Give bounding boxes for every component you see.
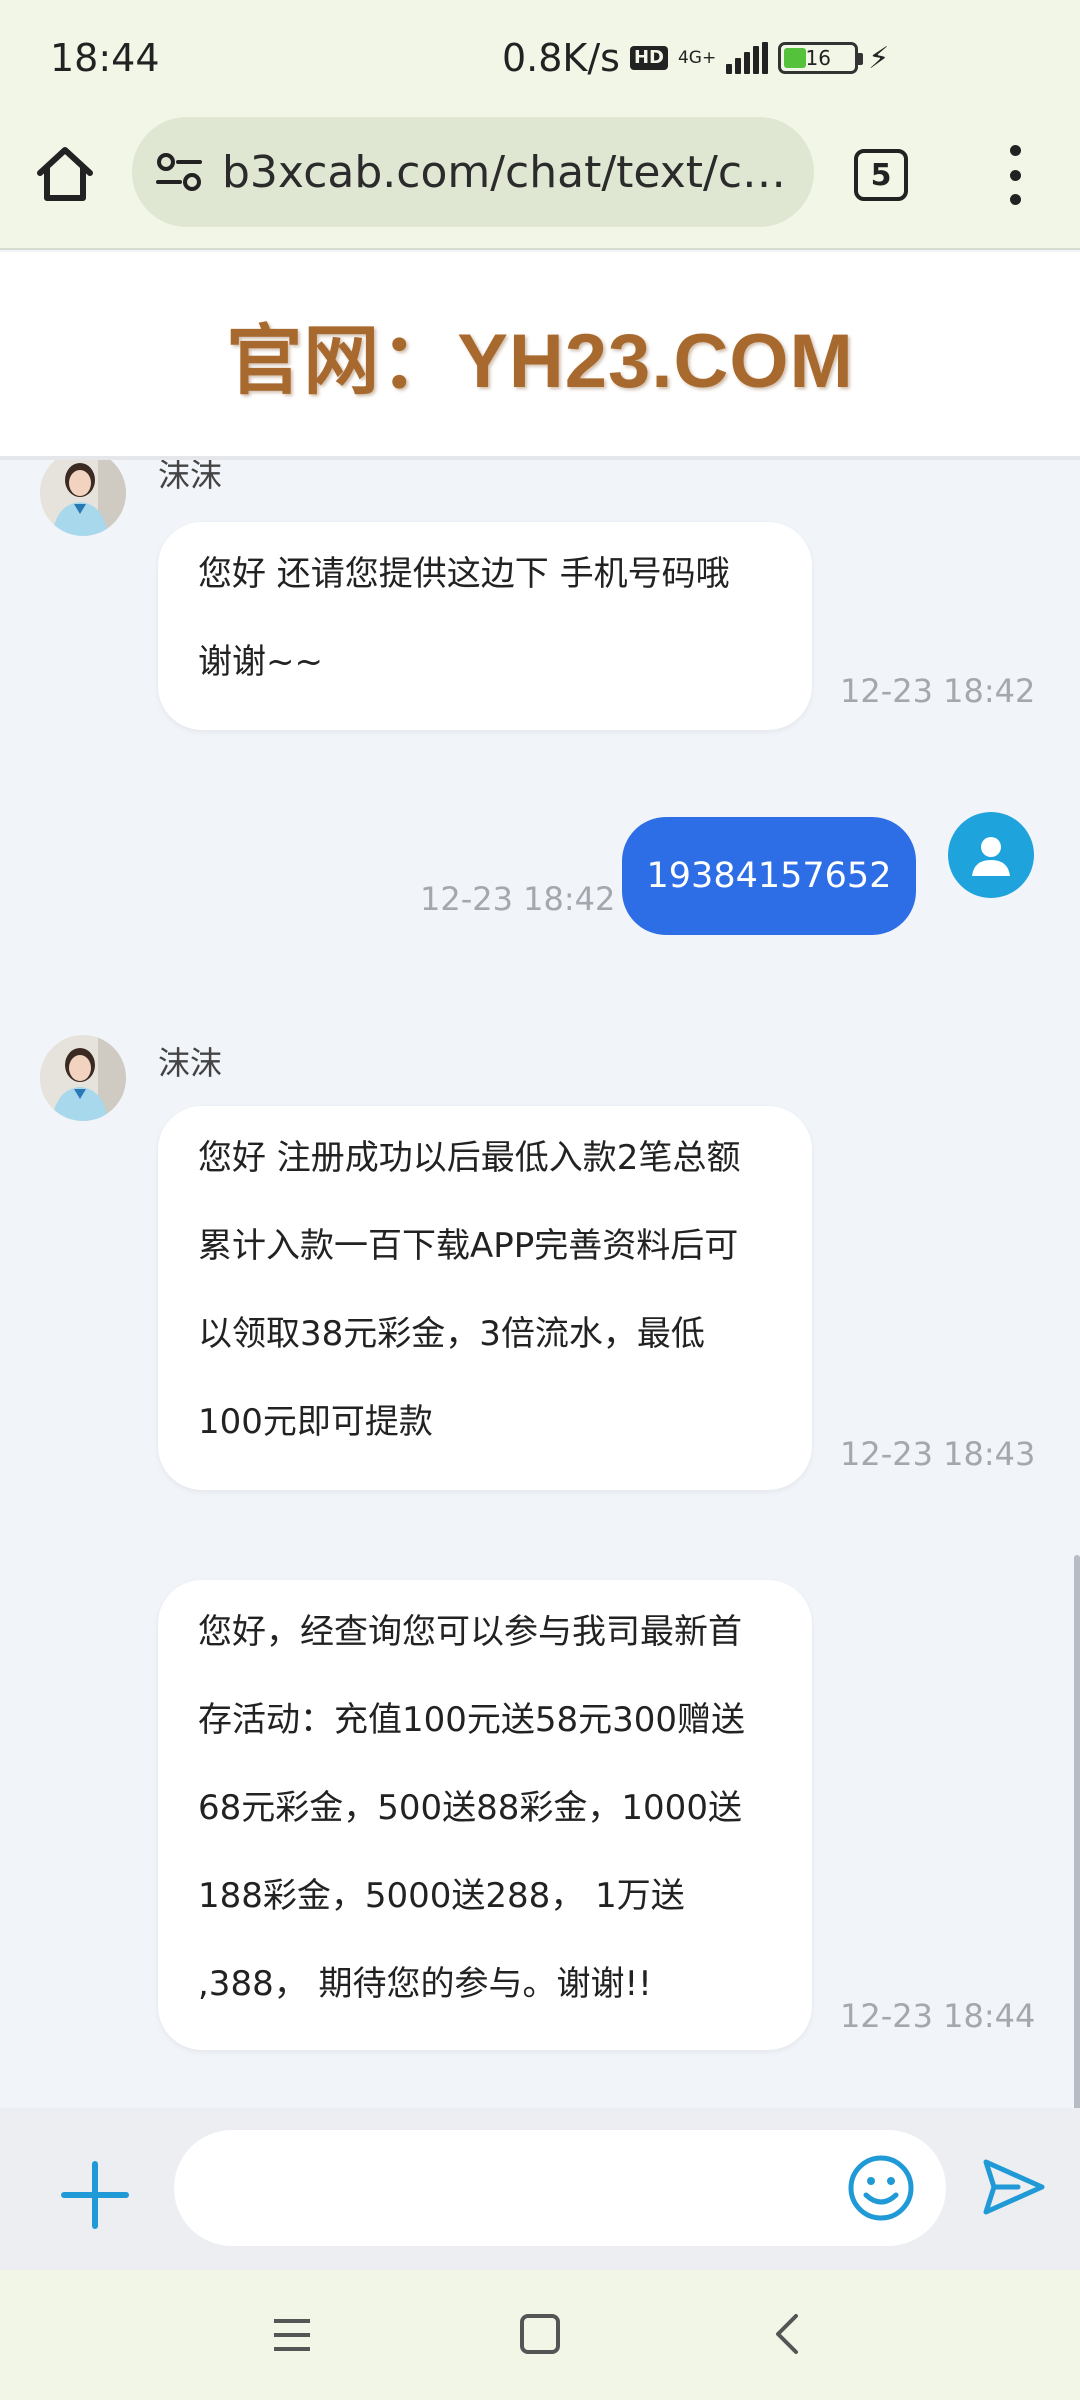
status-indicators: 0.8K/s HD 4G+ 16 ⚡ xyxy=(502,36,889,80)
menu-icon xyxy=(274,2319,310,2351)
message-text: ,388， 期待您的参与。谢谢!! xyxy=(198,1964,652,2004)
chat-area[interactable]: 沫沫 您好 还请您提供这边下 手机号码哦 谢谢~~ 12-23 18:42 12… xyxy=(0,460,1080,2108)
message-text: 188彩金，5000送288， 1万送 xyxy=(198,1876,685,1916)
hd-icon: HD xyxy=(629,46,668,70)
site-header: 官网：YH23.COM xyxy=(0,252,1080,460)
emoji-icon xyxy=(848,2155,914,2221)
dot-icon xyxy=(1009,145,1021,156)
emoji-button[interactable] xyxy=(846,2153,916,2223)
url-text[interactable]: b3xcab.com/chat/text/chat_ xyxy=(222,147,812,198)
nav-home-button[interactable] xyxy=(520,2314,560,2354)
message-timestamp: 12-23 18:44 xyxy=(840,1997,1036,2035)
net-speed: 0.8K/s xyxy=(502,36,620,80)
message-input[interactable] xyxy=(174,2130,946,2246)
home-button[interactable] xyxy=(34,143,96,205)
agent-name: 沫沫 xyxy=(158,460,223,494)
dot-icon xyxy=(1009,169,1021,181)
message-text: 100元即可提款 xyxy=(198,1402,433,1442)
charging-icon: ⚡ xyxy=(868,40,890,76)
message-text: 谢谢~~ xyxy=(198,642,323,682)
network-type: 4G+ xyxy=(677,48,717,68)
send-icon xyxy=(983,2159,1045,2215)
site-settings-icon[interactable] xyxy=(152,145,206,199)
attach-button[interactable] xyxy=(58,2158,132,2232)
message-input-bar xyxy=(0,2108,1080,2270)
agent-message-bubble: 您好 还请您提供这边下 手机号码哦 谢谢~~ xyxy=(158,522,812,730)
agent-name: 沫沫 xyxy=(158,1044,223,1082)
message-text: 您好，经查询您可以参与我司最新首 xyxy=(198,1612,742,1652)
message-timestamp: 12-23 18:43 xyxy=(840,1435,1036,1473)
message-text: 累计入款一百下载APP完善资料后可 xyxy=(198,1226,739,1266)
user-message-bubble: 19384157652 xyxy=(622,817,916,935)
site-banner: 官网：YH23.COM xyxy=(226,319,854,404)
recents-button[interactable] xyxy=(272,2316,312,2354)
home-icon xyxy=(37,147,93,201)
status-time: 18:44 xyxy=(50,36,160,80)
dot-icon xyxy=(1009,194,1021,205)
message-text: 存活动：充值100元送58元300赠送 xyxy=(198,1700,746,1740)
user-avatar xyxy=(948,812,1034,898)
message-text: 19384157652 xyxy=(646,856,892,896)
url-bar[interactable]: b3xcab.com/chat/text/chat_ xyxy=(132,117,814,227)
agent-avatar xyxy=(40,460,126,536)
agent-photo xyxy=(40,460,126,536)
plus-icon xyxy=(61,2161,129,2229)
signal-icon xyxy=(726,42,769,74)
send-button[interactable] xyxy=(978,2152,1048,2222)
system-nav-bar xyxy=(0,2270,1080,2400)
scrollbar[interactable] xyxy=(1074,1555,1080,2108)
message-text: 您好 注册成功以后最低入款2笔总额 xyxy=(198,1138,741,1178)
person-icon xyxy=(972,837,1010,876)
message-text: 以领取38元彩金，3倍流水，最低 xyxy=(198,1314,705,1354)
agent-message-bubble: 您好，经查询您可以参与我司最新首 存活动：充值100元送58元300赠送 68元… xyxy=(158,1580,812,2050)
agent-message-bubble: 您好 注册成功以后最低入款2笔总额 累计入款一百下载APP完善资料后可 以领取3… xyxy=(158,1106,812,1490)
agent-avatar xyxy=(40,1035,126,1121)
agent-photo xyxy=(40,1035,126,1121)
message-text: 68元彩金，500送88彩金，1000送 xyxy=(198,1788,742,1828)
back-icon xyxy=(776,2314,798,2354)
battery-level: 16 xyxy=(805,46,831,70)
message-timestamp: 12-23 18:42 xyxy=(420,880,616,918)
battery-icon: 16 xyxy=(778,42,864,74)
message-text: 您好 还请您提供这边下 手机号码哦 xyxy=(198,554,730,594)
browser-toolbar: b3xcab.com/chat/text/chat_ 5 xyxy=(0,105,1080,250)
nav-back-button[interactable] xyxy=(768,2312,808,2356)
message-timestamp: 12-23 18:42 xyxy=(840,672,1036,710)
more-menu-button[interactable] xyxy=(995,145,1035,205)
tab-switcher-button[interactable]: 5 xyxy=(854,149,908,201)
